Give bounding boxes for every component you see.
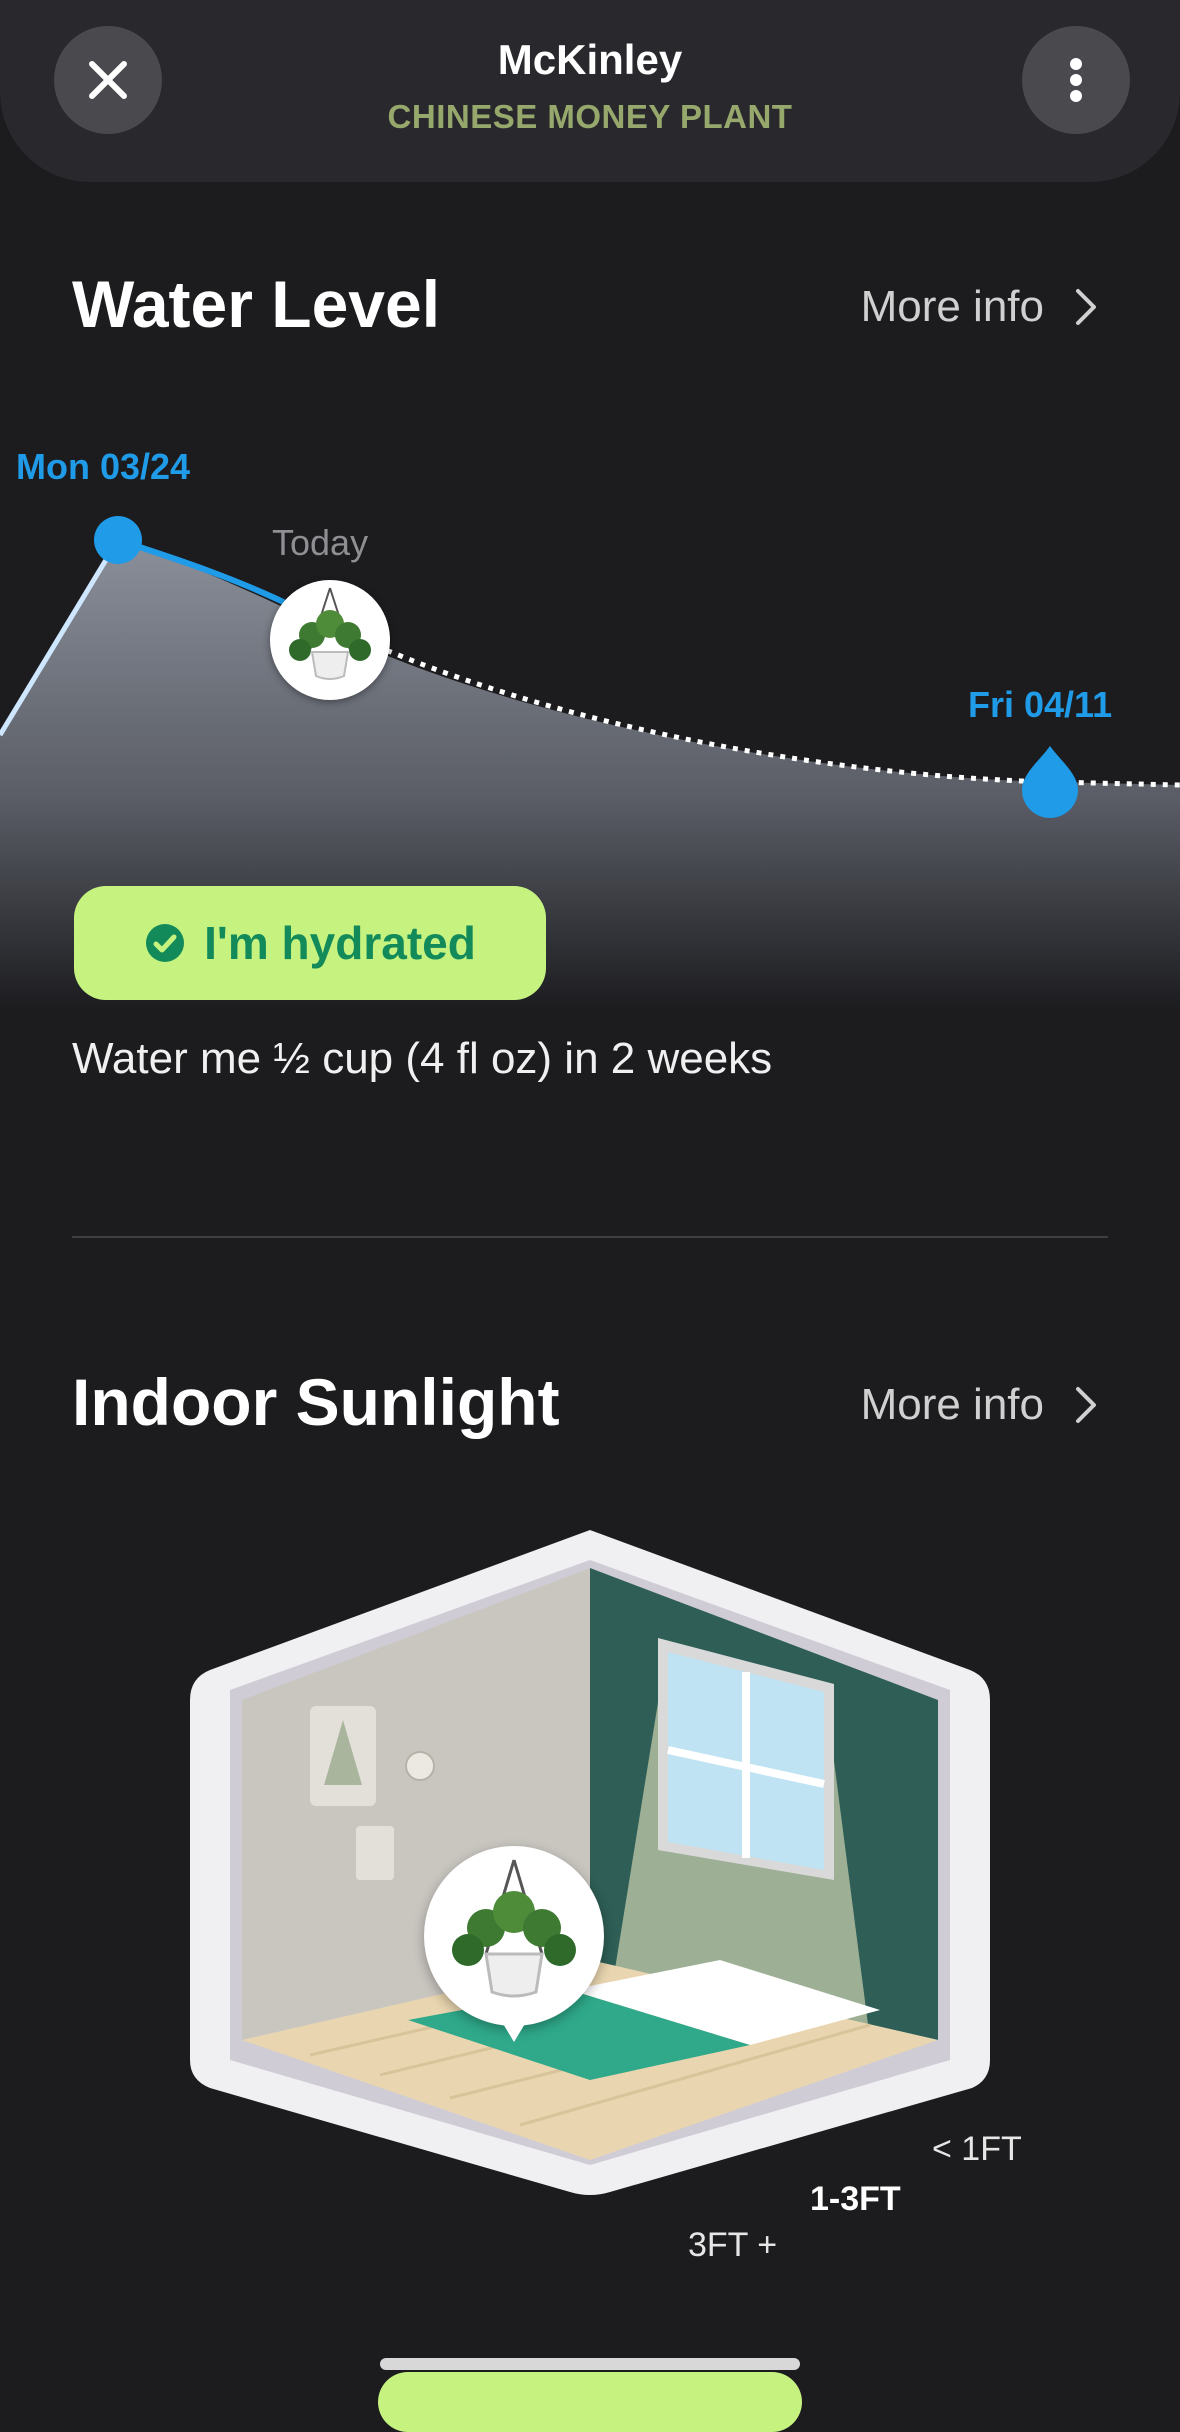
wall-clock-icon (405, 1751, 435, 1781)
water-drop-icon (1022, 746, 1078, 818)
water-level-title: Water Level (72, 267, 441, 341)
today-label: Today (272, 522, 369, 563)
plant-position-marker (424, 1846, 604, 2042)
distance-label-over-3ft: 3FT + (688, 2226, 778, 2264)
check-circle-icon (146, 924, 185, 962)
more-info-label: More info (860, 1380, 1044, 1429)
chevron-right-icon (1076, 1387, 1096, 1423)
more-vertical-icon (1070, 58, 1082, 102)
plant-title: McKinley CHINESE MONEY PLANT (0, 36, 1180, 136)
sunlight-more-info-link[interactable]: More info (861, 1380, 1098, 1430)
water-more-info-link[interactable]: More info (861, 282, 1098, 332)
chevron-right-icon (1076, 289, 1096, 325)
end-date-label: Fri 04/11 (968, 684, 1113, 725)
plant-species: CHINESE MONEY PLANT (387, 98, 793, 135)
hanging-plant-icon (289, 587, 371, 680)
sunlight-room-illustration (190, 1520, 1010, 2200)
plant-name: McKinley (497, 36, 683, 83)
more-info-label: More info (860, 282, 1044, 331)
plant-avatar-today (270, 580, 390, 700)
hydration-status-label: I'm hydrated (204, 917, 476, 969)
distance-label-1-3ft: 1-3FT (810, 2180, 901, 2218)
water-instruction: Water me ½ cup (4 fl oz) in 2 weeks (72, 1034, 773, 1083)
hydration-status-badge: I'm hydrated (74, 886, 546, 1000)
start-date-label: Mon 03/24 (16, 446, 191, 487)
more-options-button[interactable] (1022, 26, 1130, 134)
indoor-sunlight-title: Indoor Sunlight (72, 1365, 560, 1439)
section-divider (72, 1236, 1108, 1238)
bottom-action-button[interactable] (378, 2372, 802, 2432)
distance-label-under-1ft: < 1FT (932, 2130, 1022, 2168)
home-indicator[interactable] (380, 2358, 800, 2370)
hanging-plant-icon (452, 1859, 576, 2042)
start-point-marker (94, 516, 142, 564)
wall-frame-small (356, 1826, 394, 1880)
